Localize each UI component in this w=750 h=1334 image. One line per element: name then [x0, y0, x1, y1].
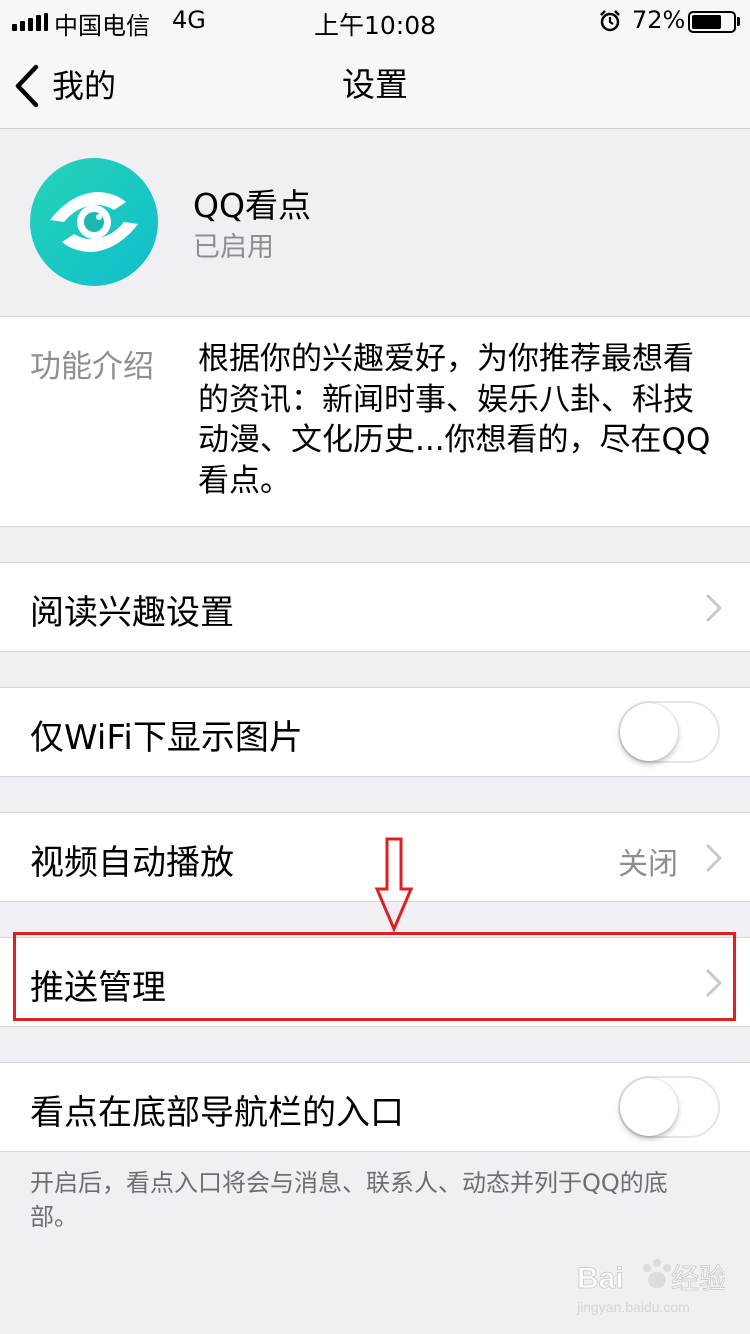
- app-logo: [30, 158, 158, 286]
- battery-cap: [737, 17, 740, 26]
- intro-cell: 功能介绍 根据你的兴趣爱好，为你推荐最想看的资讯：新闻时事、娱乐八卦、科技动漫、…: [0, 316, 750, 527]
- battery-icon: [688, 11, 736, 33]
- navigation-bar: 我的 设置: [0, 40, 750, 129]
- highlight-box: [13, 932, 736, 1021]
- chevron-right-icon: [706, 594, 722, 622]
- bottom-nav-entry-label: 看点在底部导航栏的入口: [30, 1093, 404, 1133]
- reading-interest-label: 阅读兴趣设置: [30, 593, 234, 633]
- app-name: QQ看点: [193, 186, 311, 225]
- wifi-images-row: 仅WiFi下显示图片: [0, 687, 750, 777]
- svg-text:经验: 经验: [671, 1263, 725, 1294]
- alarm-icon: [600, 10, 620, 32]
- svg-text:jingyan.baidu.com: jingyan.baidu.com: [576, 1299, 690, 1315]
- chevron-right-icon: [706, 844, 722, 872]
- bottom-nav-entry-toggle[interactable]: [618, 1076, 720, 1138]
- eye-icon: [50, 192, 138, 252]
- toggle-knob: [620, 703, 678, 761]
- wifi-images-label: 仅WiFi下显示图片: [30, 718, 303, 758]
- toggle-knob: [620, 1078, 678, 1136]
- app-status: 已启用: [193, 232, 274, 263]
- app-header: QQ看点 已启用: [0, 129, 750, 317]
- reading-interest-row[interactable]: 阅读兴趣设置: [0, 562, 750, 652]
- video-autoplay-label: 视频自动播放: [30, 843, 234, 883]
- svg-text:Bai: Bai: [577, 1262, 624, 1295]
- battery-percent: 72%: [632, 6, 686, 34]
- intro-label: 功能介绍: [30, 349, 154, 385]
- page-title: 设置: [342, 65, 408, 104]
- bottom-nav-entry-row: 看点在底部导航栏的入口: [0, 1062, 750, 1152]
- down-arrow-icon: [374, 837, 414, 933]
- baidu-jingyan-watermark: Bai 经验 jingyan.baidu.com: [576, 1259, 725, 1315]
- battery-level: [692, 15, 721, 29]
- footer-note: 开启后，看点入口将会与消息、联系人、动态并列于QQ的底部。: [30, 1169, 668, 1231]
- intro-text: 根据你的兴趣爱好，为你推荐最想看的资讯：新闻时事、娱乐八卦、科技动漫、文化历史.…: [198, 341, 711, 499]
- status-bar: 中国电信 4G 上午10:08 72%: [0, 0, 750, 40]
- wifi-images-toggle[interactable]: [618, 701, 720, 763]
- video-autoplay-value: 关闭: [618, 847, 678, 882]
